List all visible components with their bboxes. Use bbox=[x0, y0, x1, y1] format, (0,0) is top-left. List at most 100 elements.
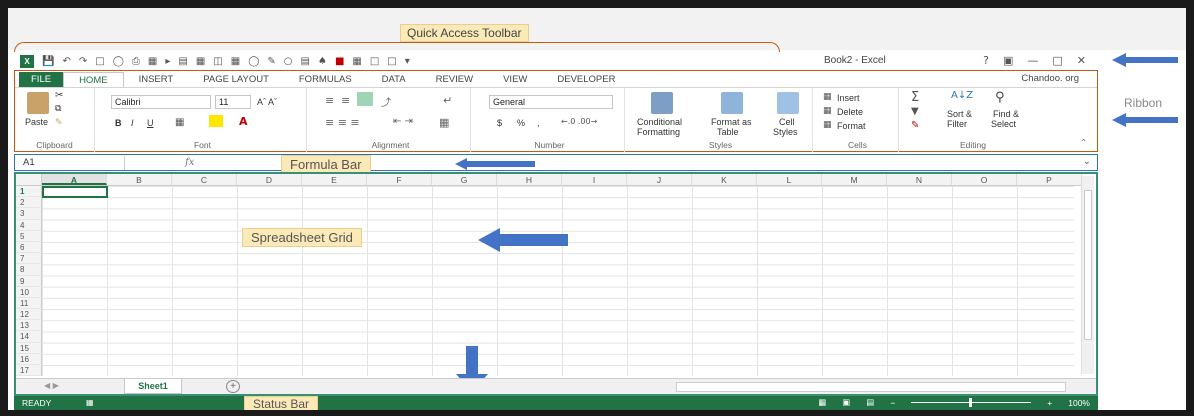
row-header[interactable]: 12 bbox=[16, 309, 42, 321]
print-icon[interactable]: ⎙ bbox=[132, 56, 140, 67]
column-header[interactable]: L bbox=[757, 174, 822, 185]
row-header[interactable]: 6 bbox=[16, 241, 42, 254]
font-color-icon[interactable]: A bbox=[239, 115, 248, 128]
bold-button[interactable]: B bbox=[115, 118, 122, 128]
active-cell[interactable] bbox=[42, 186, 108, 198]
qat-icon-13[interactable]: ◯ bbox=[248, 56, 259, 67]
font-size-select[interactable]: 11 bbox=[215, 95, 251, 109]
account-name[interactable]: Chandoo. org bbox=[1021, 73, 1079, 84]
row-header[interactable]: 3 bbox=[16, 208, 42, 220]
tab-insert[interactable]: INSERT bbox=[124, 72, 189, 87]
qat-icon-16[interactable]: ▤ bbox=[301, 56, 310, 67]
column-header[interactable]: I bbox=[562, 174, 627, 185]
merge-center-icon[interactable]: ▦ bbox=[439, 116, 449, 129]
insert-cells-button[interactable]: Insert bbox=[837, 93, 860, 103]
top-align-icon[interactable]: ≡ bbox=[325, 94, 334, 107]
row-header[interactable]: 16 bbox=[16, 353, 42, 365]
percent-button[interactable]: % bbox=[517, 118, 525, 128]
column-header[interactable]: E bbox=[302, 174, 367, 185]
macro-record-icon[interactable]: ▦ bbox=[86, 398, 94, 407]
paste-button[interactable]: Paste bbox=[25, 117, 48, 127]
save-icon[interactable]: 💾 bbox=[42, 56, 54, 67]
conditional-formatting-button-line2[interactable]: Formatting bbox=[637, 127, 680, 137]
qat-icon-20[interactable]: □ bbox=[370, 56, 379, 67]
sort-filter-button-line2[interactable]: Filter bbox=[947, 119, 967, 129]
paste-icon[interactable] bbox=[27, 92, 49, 114]
expand-formula-bar-icon[interactable]: ⌄ bbox=[1083, 156, 1091, 167]
customize-qat-icon[interactable]: ▾ bbox=[405, 56, 410, 67]
zoom-in-icon[interactable]: + bbox=[1047, 398, 1052, 408]
format-as-table-button-line2[interactable]: Table bbox=[717, 127, 739, 137]
column-header[interactable]: C bbox=[172, 174, 237, 185]
qat-icon-18[interactable]: ■ bbox=[335, 56, 344, 67]
bottom-align-icon[interactable] bbox=[357, 92, 373, 106]
row-header[interactable]: 4 bbox=[16, 219, 42, 231]
tab-view[interactable]: VIEW bbox=[488, 72, 542, 87]
column-header[interactable]: G bbox=[432, 174, 497, 185]
wrap-text-icon[interactable]: ↵ bbox=[443, 94, 452, 107]
undo-icon[interactable]: ↶ bbox=[62, 56, 70, 67]
sheet-tab[interactable]: Sheet1 bbox=[124, 379, 182, 394]
clear-icon[interactable]: ✎ bbox=[911, 120, 919, 131]
tab-developer[interactable]: DEVELOPER bbox=[542, 72, 630, 87]
format-cells-button[interactable]: Format bbox=[837, 121, 866, 131]
row-header[interactable]: 7 bbox=[16, 253, 42, 265]
fill-color-icon[interactable] bbox=[209, 115, 223, 127]
normal-view-icon[interactable]: ▦ bbox=[818, 397, 826, 408]
minimize-icon[interactable]: — bbox=[1027, 54, 1038, 67]
cell-area[interactable] bbox=[42, 186, 1074, 376]
find-select-icon[interactable]: ⚲ bbox=[995, 90, 1005, 105]
column-header[interactable]: P bbox=[1017, 174, 1082, 185]
qat-icon-8[interactable]: ▸ bbox=[165, 56, 170, 67]
row-header[interactable]: 10 bbox=[16, 286, 42, 298]
help-icon[interactable]: ? bbox=[983, 54, 989, 67]
qat-icon-11[interactable]: ◫ bbox=[213, 56, 222, 67]
italic-button[interactable]: I bbox=[131, 118, 134, 128]
qat-icon-19[interactable]: ▦ bbox=[352, 56, 361, 67]
zoom-knob[interactable] bbox=[969, 398, 973, 407]
qat-icon-14[interactable]: ✎ bbox=[267, 56, 275, 67]
decimal-icon[interactable]: ←.0 .00→ bbox=[561, 117, 597, 126]
conditional-formatting-icon[interactable] bbox=[651, 92, 673, 114]
delete-cells-button[interactable]: Delete bbox=[837, 107, 863, 117]
orientation-icon[interactable]: ⤴ bbox=[381, 94, 391, 109]
row-header[interactable]: 1 bbox=[16, 186, 42, 198]
tab-data[interactable]: DATA bbox=[367, 72, 421, 87]
cell-styles-button-line2[interactable]: Styles bbox=[773, 127, 798, 137]
tab-review[interactable]: REVIEW bbox=[421, 72, 488, 87]
format-as-table-button[interactable]: Format as bbox=[711, 117, 752, 127]
insert-function-icon[interactable]: fx bbox=[185, 157, 194, 168]
zoom-slider[interactable] bbox=[911, 398, 1032, 407]
cell-styles-icon[interactable] bbox=[777, 92, 799, 114]
indent-icon[interactable]: ⇤ ⇥ bbox=[393, 116, 413, 127]
name-box[interactable]: A1 bbox=[15, 155, 125, 170]
column-header[interactable]: A bbox=[42, 174, 107, 185]
page-layout-view-icon[interactable]: ▣ bbox=[842, 397, 850, 408]
zoom-out-icon[interactable]: − bbox=[890, 398, 895, 408]
middle-align-icon[interactable]: ≡ bbox=[341, 94, 350, 107]
column-header[interactable]: M bbox=[822, 174, 887, 185]
fill-icon[interactable]: ▼ bbox=[911, 106, 919, 117]
row-header[interactable]: 14 bbox=[16, 331, 42, 343]
cell-styles-button[interactable]: Cell bbox=[779, 117, 795, 127]
qat-icon-4[interactable]: □ bbox=[95, 56, 104, 67]
tab-home[interactable]: HOME bbox=[63, 72, 124, 87]
find-select-button-line2[interactable]: Select bbox=[991, 119, 1016, 129]
delete-cells-icon[interactable]: ▦ bbox=[823, 106, 832, 116]
qat-icon-9[interactable]: ▤ bbox=[178, 56, 187, 67]
row-header[interactable]: 5 bbox=[16, 230, 42, 242]
tab-file[interactable]: FILE bbox=[19, 72, 64, 87]
row-header[interactable]: 9 bbox=[16, 275, 42, 287]
underline-button[interactable]: U bbox=[147, 118, 154, 128]
close-icon[interactable]: ✕ bbox=[1077, 54, 1086, 67]
tab-page-layout[interactable]: PAGE LAYOUT bbox=[188, 72, 284, 87]
copy-icon[interactable]: ⧉ bbox=[55, 104, 61, 114]
add-sheet-icon[interactable]: + bbox=[226, 380, 240, 393]
cut-icon[interactable]: ✂ bbox=[55, 90, 63, 101]
row-header[interactable]: 15 bbox=[16, 342, 42, 354]
print-preview-icon[interactable]: ▦ bbox=[148, 56, 157, 67]
collapse-ribbon-icon[interactable]: ⌃ bbox=[1080, 138, 1087, 147]
select-all-corner[interactable] bbox=[16, 174, 42, 186]
zoom-level[interactable]: 100% bbox=[1068, 398, 1090, 408]
sort-filter-button[interactable]: Sort & bbox=[947, 109, 972, 119]
